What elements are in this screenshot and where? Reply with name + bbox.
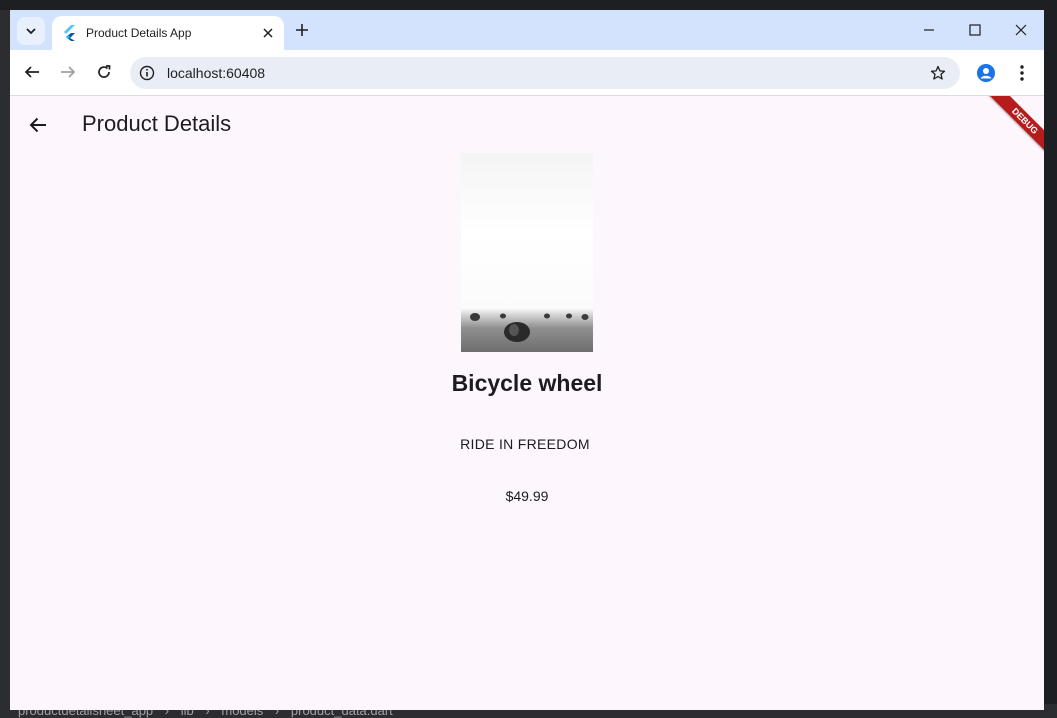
back-arrow-icon: [24, 66, 39, 78]
ide-background-left: [0, 10, 10, 718]
plus-icon: [296, 24, 308, 36]
browser-tab[interactable]: Product Details App: [52, 16, 284, 50]
tab-search-button[interactable]: [17, 17, 45, 45]
reload-button[interactable]: [93, 61, 115, 83]
product-name: Bicycle wheel: [451, 370, 603, 396]
back-button[interactable]: [21, 61, 43, 83]
profile-icon: [977, 64, 995, 82]
browser-menu-button[interactable]: [1012, 62, 1032, 84]
flutter-app: Product Details DEBUG Bicycle wheel RIDE…: [10, 96, 1044, 710]
profile-button[interactable]: [975, 62, 997, 84]
reload-icon: [98, 65, 111, 78]
tab-title: Product Details App: [86, 26, 192, 40]
info-icon[interactable]: [138, 64, 156, 82]
new-tab-button[interactable]: [292, 20, 312, 40]
back-arrow-icon: [29, 117, 46, 133]
forward-arrow-icon: [61, 66, 76, 78]
star-icon[interactable]: [928, 63, 948, 83]
maximize-icon: [969, 24, 981, 36]
product-price: $49.99: [505, 488, 549, 504]
address-bar[interactable]: localhost:60408: [130, 57, 960, 89]
product-image: [461, 153, 593, 352]
app-back-button[interactable]: [26, 113, 50, 137]
debug-banner: DEBUG: [981, 96, 1044, 165]
tab-bar: Product Details App: [10, 10, 1044, 50]
close-window-icon: [1015, 24, 1027, 36]
minimize-icon: [924, 29, 934, 31]
browser-toolbar: localhost:60408: [10, 50, 1044, 96]
page-title: Product Details: [82, 111, 232, 136]
minimize-button[interactable]: [917, 18, 941, 42]
tab-search-chevron-icon: [26, 28, 36, 35]
flutter-icon: [62, 25, 78, 41]
kebab-menu-icon: [1020, 65, 1024, 81]
forward-button[interactable]: [57, 61, 79, 83]
close-window-button[interactable]: [1009, 18, 1033, 42]
close-icon[interactable]: [258, 23, 278, 43]
maximize-button[interactable]: [963, 18, 987, 42]
url-text[interactable]: localhost:60408: [167, 65, 928, 81]
browser-window: Product Details App localhost:60408 Prod…: [10, 10, 1044, 710]
ide-background-right: [1044, 10, 1057, 718]
ide-background-top: [0, 0, 1057, 10]
product-tagline: RIDE IN FREEDOM: [460, 436, 590, 452]
